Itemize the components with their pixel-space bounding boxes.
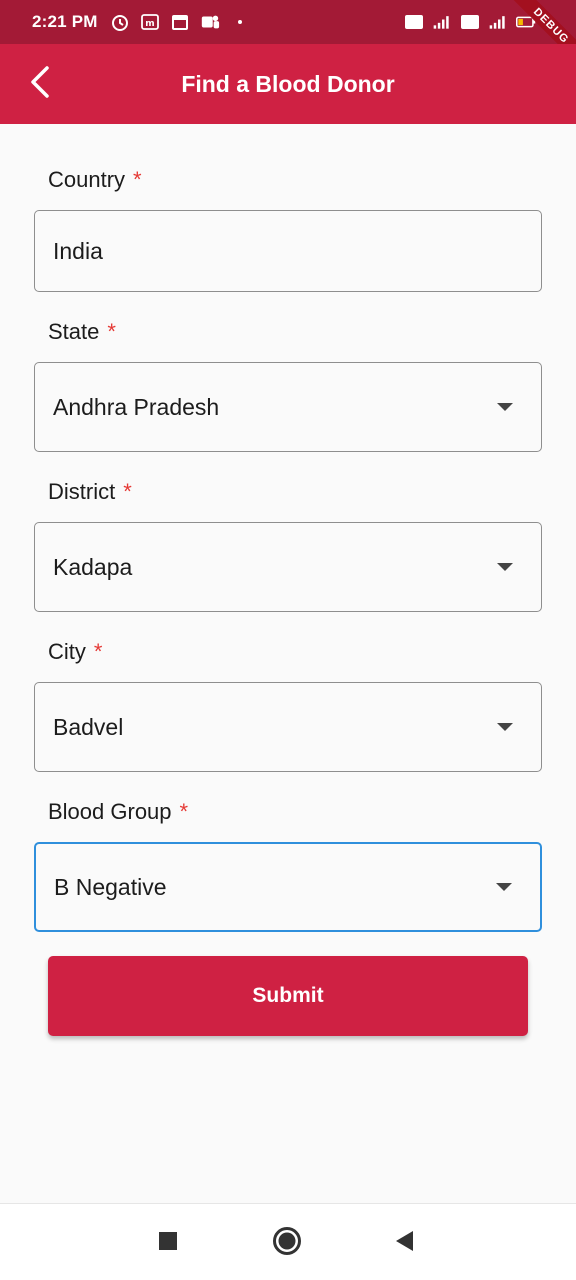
back-triangle-icon xyxy=(393,1229,415,1258)
status-left-icons: m xyxy=(110,12,250,32)
system-nav-bar xyxy=(0,1203,576,1280)
app-bar: Find a Blood Donor xyxy=(0,44,576,124)
required-mark: * xyxy=(107,319,116,344)
district-value: Kadapa xyxy=(53,553,133,580)
state-label: State * xyxy=(48,319,116,345)
dropdown-arrow-icon xyxy=(496,883,512,891)
district-label-text: District xyxy=(48,479,116,504)
home-button[interactable] xyxy=(270,1226,304,1260)
submit-button[interactable]: Submit xyxy=(48,956,528,1036)
city-value: Badvel xyxy=(53,713,124,740)
dropdown-arrow-icon xyxy=(497,403,513,411)
required-mark: * xyxy=(179,799,189,824)
blood-group-label-text: Blood Group xyxy=(48,799,172,824)
svg-text:m: m xyxy=(145,19,154,29)
state-label-text: State xyxy=(48,319,100,344)
status-right-icons xyxy=(404,12,536,32)
city-dropdown[interactable]: Badvel xyxy=(34,682,542,772)
country-field[interactable]: India xyxy=(34,210,542,292)
district-label: District * xyxy=(48,479,132,505)
state-dropdown[interactable]: Andhra Pradesh xyxy=(34,362,542,452)
m-icon: m xyxy=(140,12,160,32)
required-mark: * xyxy=(133,167,142,192)
home-circle-icon xyxy=(272,1226,302,1261)
volte-icon xyxy=(404,12,424,32)
teams-icon xyxy=(200,12,220,32)
country-label: Country * xyxy=(48,167,142,193)
city-label-text: City xyxy=(48,639,86,664)
required-mark: * xyxy=(123,479,132,504)
district-dropdown[interactable]: Kadapa xyxy=(34,522,542,612)
dropdown-arrow-icon xyxy=(497,563,513,571)
4g-signal-icon xyxy=(488,12,508,32)
status-bar: 2:21 PM m DEBUG xyxy=(0,0,576,71)
recents-button[interactable] xyxy=(151,1226,185,1260)
chevron-left-icon xyxy=(28,65,52,104)
volte-icon xyxy=(460,12,480,32)
signal-icon xyxy=(432,12,452,32)
blood-group-value: B Negative xyxy=(54,873,167,900)
alarm-icon xyxy=(110,12,130,32)
status-time: 2:21 PM xyxy=(32,12,98,31)
blood-group-label: Blood Group * xyxy=(48,799,188,825)
dot-icon xyxy=(230,12,250,32)
blood-group-dropdown[interactable]: B Negative xyxy=(34,842,542,932)
back-button[interactable] xyxy=(20,64,60,104)
recents-square-icon xyxy=(158,1231,178,1256)
dropdown-arrow-icon xyxy=(497,723,513,731)
country-value: India xyxy=(53,237,103,264)
state-value: Andhra Pradesh xyxy=(53,393,220,420)
page-title: Find a Blood Donor xyxy=(181,70,395,97)
required-mark: * xyxy=(93,639,103,664)
calendar-icon xyxy=(170,12,190,32)
back-nav-button[interactable] xyxy=(387,1226,421,1260)
country-label-text: Country xyxy=(48,167,126,192)
city-label: City * xyxy=(48,639,102,665)
